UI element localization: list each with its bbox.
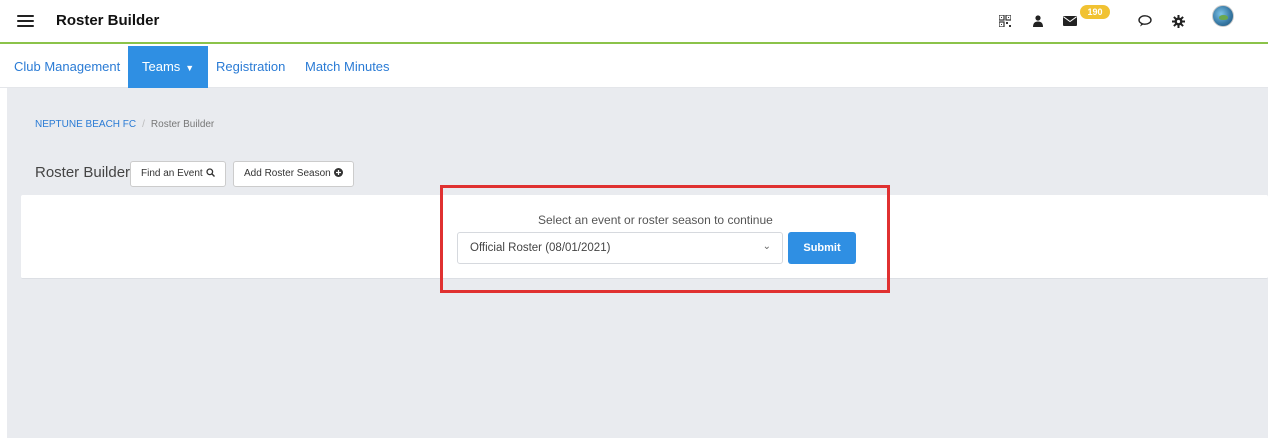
- page-title: Roster Builder: [35, 164, 131, 181]
- app-title: Roster Builder: [56, 12, 160, 29]
- find-event-label: Find an Event: [141, 168, 203, 179]
- breadcrumb-separator: /: [142, 119, 145, 130]
- top-bar: Roster Builder 190: [0, 0, 1268, 44]
- nav-teams-label: Teams: [142, 59, 181, 74]
- gear-icon[interactable]: [1171, 10, 1185, 32]
- search-icon: [206, 162, 215, 186]
- chat-icon[interactable]: [1138, 10, 1152, 32]
- add-roster-season-label: Add Roster Season: [244, 168, 331, 179]
- breadcrumb: NEPTUNE BEACH FC / Roster Builder: [35, 119, 214, 130]
- club-logo-avatar[interactable]: [1212, 5, 1234, 27]
- nav-teams[interactable]: Teams ▼: [128, 46, 209, 88]
- chevron-down-icon: ⌄: [762, 241, 771, 252]
- select-prompt-text: Select an event or roster season to cont…: [538, 213, 773, 227]
- submit-button[interactable]: Submit: [788, 232, 856, 264]
- top-icon-bar: 190: [968, 0, 1268, 44]
- caret-down-icon: ▼: [185, 62, 195, 73]
- mail-icon[interactable]: [1063, 10, 1077, 32]
- select-current-value: Official Roster (08/01/2021): [470, 242, 611, 254]
- nav-club-management[interactable]: Club Management: [14, 46, 120, 88]
- mail-badge: 190: [1080, 5, 1110, 19]
- menu-icon[interactable]: [17, 15, 34, 27]
- breadcrumb-club-link[interactable]: NEPTUNE BEACH FC: [35, 119, 136, 130]
- add-roster-season-button[interactable]: Add Roster Season: [233, 161, 354, 187]
- event-season-select[interactable]: Official Roster (08/01/2021) ⌄: [457, 232, 783, 264]
- find-event-button[interactable]: Find an Event: [130, 161, 226, 187]
- breadcrumb-current: Roster Builder: [150, 119, 215, 130]
- qr-code-icon[interactable]: [998, 10, 1012, 32]
- nav-registration[interactable]: Registration: [216, 46, 285, 88]
- user-icon[interactable]: [1032, 10, 1044, 32]
- plus-circle-icon: [333, 162, 343, 186]
- nav-match-minutes[interactable]: Match Minutes: [305, 46, 390, 88]
- main-nav: Club Management Teams ▼ Registration Matc…: [0, 46, 1268, 88]
